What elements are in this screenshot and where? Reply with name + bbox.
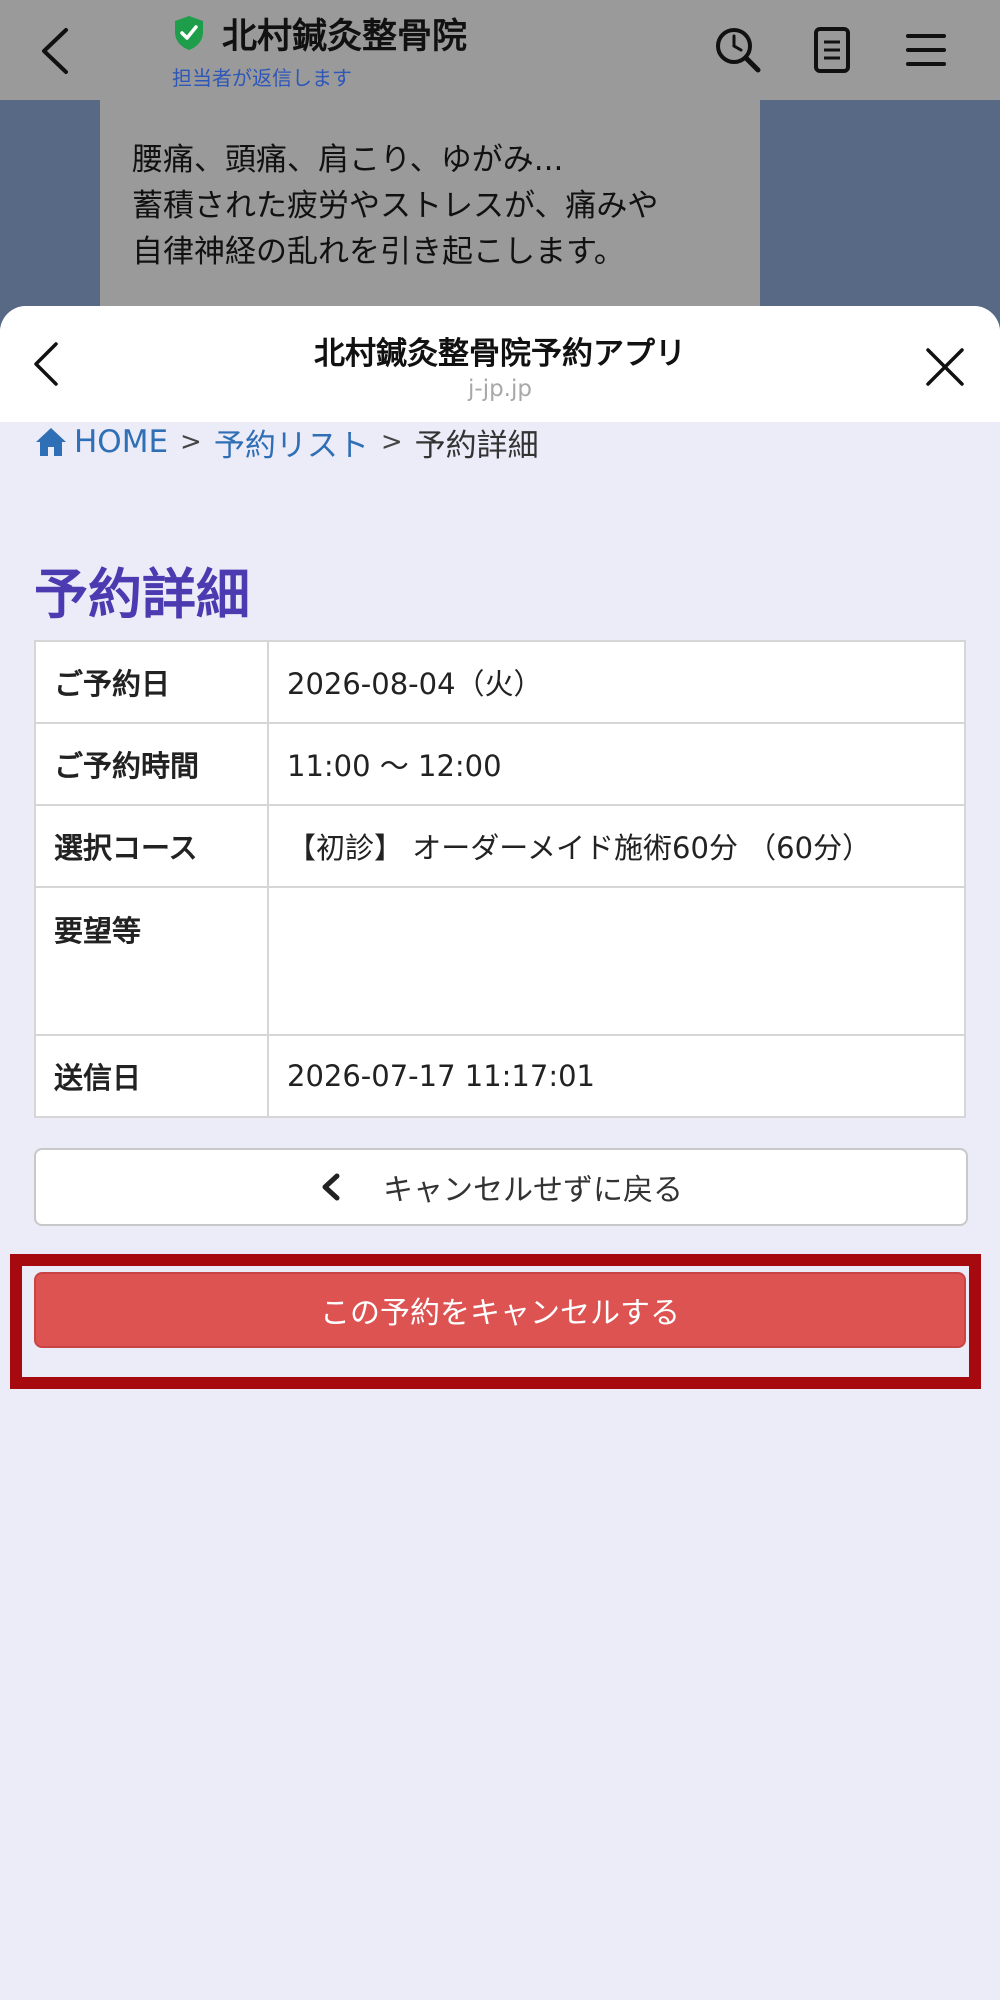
reservation-date-label: ご予約日 — [34, 640, 269, 724]
chat-message-line: 腰痛、頭痛、肩こり、ゆがみ... — [132, 142, 564, 178]
shield-check-icon — [175, 16, 203, 50]
requests-label: 要望等 — [34, 886, 269, 1036]
reservation-sheet: 北村鍼灸整骨院予約アプリ j-jp.jp HOME > 予約リスト > 予約詳細… — [0, 306, 1000, 2000]
breadcrumb-current: 予約詳細 — [414, 427, 539, 464]
chevron-left-icon[interactable] — [36, 26, 76, 76]
back-button-label: キャンセルせずに戻る — [383, 1173, 683, 1208]
table-row: 送信日 2026-07-17 11:17:01 — [34, 1034, 966, 1118]
chevron-left-icon — [322, 1173, 340, 1201]
sheet-header: 北村鍼灸整骨院予約アプリ j-jp.jp — [0, 306, 1000, 422]
breadcrumb: HOME > 予約リスト > 予約詳細 — [34, 420, 539, 464]
table-row: 要望等 — [34, 886, 966, 1036]
breadcrumb-list-link[interactable]: 予約リスト — [214, 420, 369, 465]
course-label: 選択コース — [34, 804, 269, 888]
chat-message-line: 自律神経の乱れを引き起こします。 — [132, 234, 625, 270]
requests-value — [267, 886, 966, 1036]
reservation-time-value: 11:00 〜 12:00 — [267, 722, 966, 806]
back-without-cancel-button[interactable]: キャンセルせずに戻る — [34, 1148, 968, 1226]
reservation-detail-table: ご予約日 2026-08-04（火） ご予約時間 11:00 〜 12:00 選… — [34, 640, 966, 1118]
reservation-time-label: ご予約時間 — [34, 722, 269, 806]
breadcrumb-home-link[interactable]: HOME — [74, 424, 168, 460]
sent-date-value: 2026-07-17 11:17:01 — [267, 1034, 966, 1118]
table-row: ご予約日 2026-08-04（火） — [34, 640, 966, 724]
sheet-title: 北村鍼灸整骨院予約アプリ — [314, 336, 686, 372]
menu-icon[interactable] — [900, 24, 952, 76]
home-icon — [36, 428, 66, 456]
cancel-reservation-button[interactable]: この予約をキャンセルする — [34, 1272, 966, 1348]
table-row: ご予約時間 11:00 〜 12:00 — [34, 722, 966, 806]
sheet-url: j-jp.jp — [468, 376, 532, 402]
page-title: 予約詳細 — [34, 563, 250, 626]
close-icon[interactable] — [924, 346, 966, 388]
reservation-date-value: 2026-08-04（火） — [267, 640, 966, 724]
sent-date-label: 送信日 — [34, 1034, 269, 1118]
table-row: 選択コース 【初診】 オーダーメイド施術60分 （60分） — [34, 804, 966, 888]
note-icon[interactable] — [806, 24, 858, 76]
chat-title: 北村鍼灸整骨院 — [222, 17, 468, 57]
chat-message-line: 蓄積された疲労やストレスが、痛みや — [132, 188, 659, 224]
course-value: 【初診】 オーダーメイド施術60分 （60分） — [267, 804, 966, 888]
chat-subtitle: 担当者が返信します — [172, 66, 352, 90]
breadcrumb-separator: > — [180, 427, 202, 457]
breadcrumb-separator: > — [380, 427, 403, 457]
search-icon[interactable] — [712, 24, 764, 76]
chat-header: 北村鍼灸整骨院 担当者が返信します — [0, 0, 1000, 100]
cancel-button-label: この予約をキャンセルする — [320, 1296, 680, 1331]
